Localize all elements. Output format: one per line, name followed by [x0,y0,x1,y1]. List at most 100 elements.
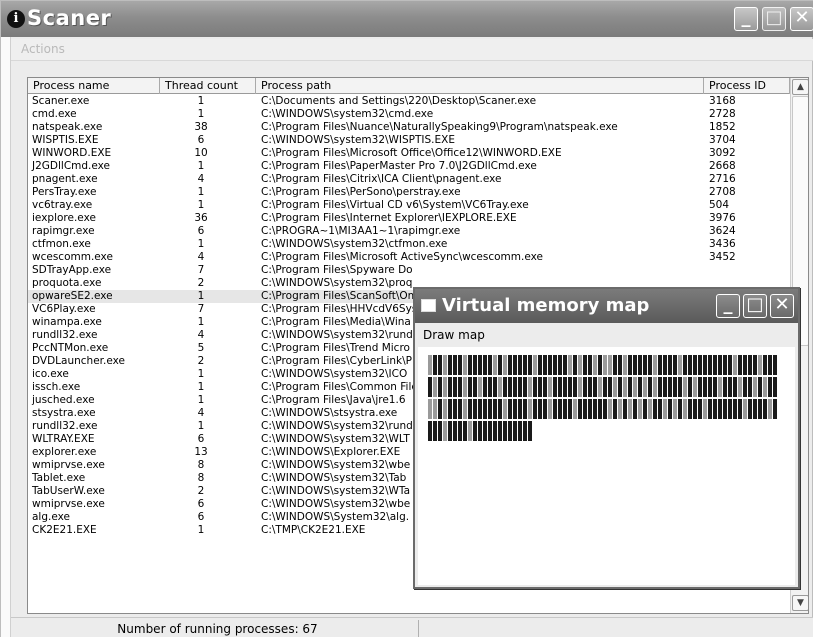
memory-block [493,399,497,419]
process-name-cell: WLTRAY.EXE [32,433,95,445]
table-row[interactable]: iexplore.exe 36 C:\Program Files\Internet … [28,212,790,225]
memory-block [493,377,497,397]
table-row[interactable]: WINWORD.EXE 10 C:\Program Files\Microsoft … [28,147,790,160]
table-row[interactable]: rapimgr.exe 6 C:\PROGRA~1\MI3AA1~1\rapimgr… [28,225,790,238]
chevron-up-icon: ▲ [797,82,804,92]
memory-block [673,355,677,375]
process-name-cell: wmiprvse.exe [32,498,105,510]
process-name-cell: explorer.exe [32,446,97,458]
scroll-down-button[interactable]: ▼ [792,595,808,611]
thread-count-cell: 4 [197,407,205,419]
process-name-cell: SDTrayApp.exe [32,264,112,276]
thread-count-cell: 6 [197,225,205,237]
memory-block [628,399,632,419]
memory-block [488,355,492,375]
minimize-button[interactable]: _ [734,7,758,31]
process-path-cell: C:\WINDOWS\system32\ctfmon.exe [261,238,448,250]
column-header-process-id[interactable]: Process ID [704,78,790,94]
memory-block [628,377,632,397]
memory-block [668,377,672,397]
table-row[interactable]: natspeak.exe 38 C:\Program Files\Nuance\Na… [28,121,790,134]
maximize-icon: □ [746,294,764,315]
memory-block [698,399,702,419]
process-name-cell: wcescomm.exe [32,251,113,263]
memory-block [688,377,692,397]
memory-block [743,399,747,419]
memory-block [468,355,472,375]
memory-block [433,399,437,419]
memory-block [683,399,687,419]
memory-block [648,355,652,375]
close-button[interactable]: ✕ [790,7,813,31]
memory-block [773,355,777,375]
memory-block [478,377,482,397]
thread-count-cell: 8 [197,472,205,484]
memory-block [428,421,432,441]
process-path-cell: C:\PROGRA~1\MI3AA1~1\rapimgr.exe [261,225,461,237]
table-row[interactable]: SDTrayApp.exe 7 C:\Program Files\Spyware D… [28,264,790,277]
memory-block [508,377,512,397]
memory-block [473,421,477,441]
vm-maximize-button[interactable]: □ [743,294,767,318]
memory-block [768,355,772,375]
table-row[interactable]: WISPTIS.EXE 6 C:\WINDOWS\system32\WISPTIS.… [28,134,790,147]
table-row[interactable]: PersTray.exe 1 C:\Program Files\PerSono\pe… [28,186,790,199]
memory-block [498,421,502,441]
memory-block [563,377,567,397]
table-row[interactable]: vc6tray.exe 1 C:\Program Files\Virtual CD … [28,199,790,212]
memory-block [488,377,492,397]
process-id-cell: 3436 [709,238,736,250]
maximize-button[interactable]: □ [762,7,786,31]
memory-block [758,377,762,397]
process-name-cell: ico.exe [32,368,69,380]
process-path-cell: C:\Program Files\Spyware Do [261,264,413,276]
memory-map-canvas [418,347,795,585]
draw-map-menu[interactable]: Draw map [423,328,485,342]
memory-block [593,377,597,397]
memory-block [523,355,527,375]
table-row[interactable]: Scaner.exe 1 C:\Documents and Settings\220… [28,95,790,108]
table-row[interactable]: wcescomm.exe 4 C:\Program Files\Microsoft … [28,251,790,264]
memory-block [723,355,727,375]
memory-block [573,377,577,397]
memory-block [653,377,657,397]
memory-block [613,399,617,419]
table-row[interactable]: pnagent.exe 4 C:\Program Files\Citrix\ICA … [28,173,790,186]
vm-minimize-button[interactable]: _ [716,294,740,318]
table-row[interactable]: ctfmon.exe 1 C:\WINDOWS\system32\ctfmon.ex… [28,238,790,251]
thread-count-cell: 1 [197,420,205,432]
table-row[interactable]: J2GDllCmd.exe 1 C:\Program Files\PaperMast… [28,160,790,173]
memory-map-graphic [428,355,777,441]
thread-count-cell: 5 [197,342,205,354]
memory-block [558,355,562,375]
vm-close-button[interactable]: ✕ [770,294,794,318]
memory-block [588,377,592,397]
memory-block [648,377,652,397]
table-row[interactable]: cmd.exe 1 C:\WINDOWS\system32\cmd.exe 2728 [28,108,790,121]
scroll-up-button[interactable]: ▲ [792,79,808,95]
chevron-down-icon: ▼ [797,598,804,608]
memory-block [548,355,552,375]
memory-block [708,377,712,397]
column-header-process-name[interactable]: Process name [28,78,160,94]
column-header-process-path[interactable]: Process path [256,78,704,94]
memory-block [513,355,517,375]
memory-block [693,399,697,419]
menu-actions[interactable]: Actions [21,42,65,56]
memory-block [513,421,517,441]
memory-block [718,355,722,375]
thread-count-cell: 1 [197,199,205,211]
thread-count-cell: 2 [197,485,205,497]
memory-block [753,399,757,419]
process-name-cell: rapimgr.exe [32,225,95,237]
thread-count-cell: 10 [194,147,208,159]
process-id-cell: 504 [709,199,730,211]
memory-block [553,355,557,375]
memory-block [508,399,512,419]
virtual-memory-map-window: Virtual memory map _ □ ✕ Draw map [413,287,800,589]
memory-block [498,399,502,419]
column-header-thread-count[interactable]: Thread count [160,78,256,94]
memory-block [478,355,482,375]
thread-count-cell: 1 [197,238,205,250]
memory-block [623,377,627,397]
